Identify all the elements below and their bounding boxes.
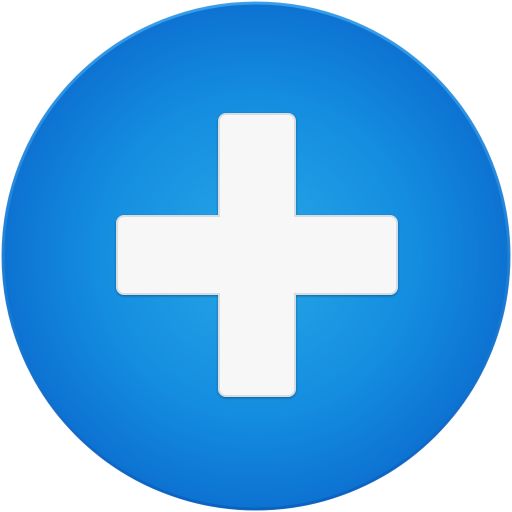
- plus-circle-icon: [1, 1, 511, 511]
- add-button[interactable]: [0, 0, 512, 512]
- icon-canvas: [0, 0, 512, 512]
